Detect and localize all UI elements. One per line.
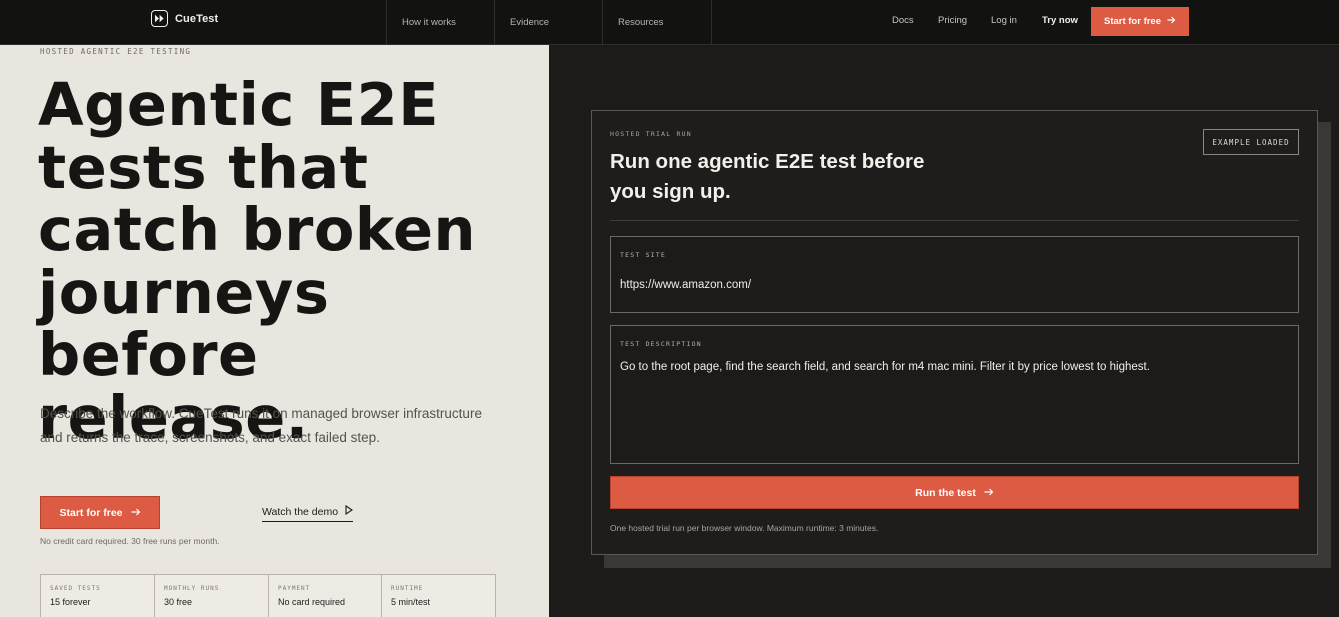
watch-demo-link[interactable]: Watch the demo bbox=[262, 504, 354, 522]
stat-saved-tests: SAVED TESTS 15 forever bbox=[41, 575, 155, 617]
test-site-input[interactable]: https://www.amazon.com/ bbox=[620, 279, 751, 291]
nav-try-now[interactable]: Try now bbox=[1042, 0, 1078, 41]
run-test-label: Run the test bbox=[915, 486, 976, 499]
test-description-label: TEST DESCRIPTION bbox=[620, 340, 702, 348]
hero-eyebrow: HOSTED AGENTIC E2E TESTING bbox=[40, 47, 192, 56]
stat-label: MONTHLY RUNS bbox=[164, 585, 220, 592]
nav-cta-label: Start for free bbox=[1103, 16, 1161, 27]
arrow-right-icon bbox=[131, 507, 141, 519]
arrow-right-icon bbox=[1167, 16, 1176, 27]
headline-line: journeys bbox=[38, 257, 330, 327]
nav-evidence[interactable]: Evidence bbox=[494, 0, 602, 45]
start-for-free-label: Start for free bbox=[59, 506, 123, 519]
nav-start-for-free-button[interactable]: Start for free bbox=[1091, 7, 1189, 36]
hero-fineprint: No credit card required. 30 free runs pe… bbox=[40, 536, 220, 546]
example-loaded-badge: EXAMPLE LOADED bbox=[1203, 129, 1299, 155]
headline-line: catch broken bbox=[38, 195, 477, 264]
hero-headline: Agentic E2E tests that catch broken jour… bbox=[38, 70, 538, 449]
watch-demo-label: Watch the demo bbox=[262, 505, 339, 518]
hero-subtext: Describe the workflow. CueTest runs it o… bbox=[40, 406, 482, 445]
nav-log-in[interactable]: Log in bbox=[991, 0, 1017, 41]
brand-name: CueTest bbox=[175, 12, 219, 25]
divider bbox=[610, 220, 1299, 221]
stat-monthly-runs: MONTHLY RUNS 30 free bbox=[155, 575, 269, 617]
stats-strip: SAVED TESTS 15 forever MONTHLY RUNS 30 f… bbox=[40, 574, 496, 617]
nav-how-it-works[interactable]: How it works bbox=[386, 0, 494, 45]
hero-section: HOSTED AGENTIC E2E TESTING Agentic E2E t… bbox=[0, 45, 549, 617]
brand-logo[interactable]: CueTest bbox=[151, 10, 218, 27]
arrow-right-icon bbox=[984, 487, 994, 499]
run-test-button[interactable]: Run the test bbox=[610, 476, 1299, 509]
stat-value: 15 forever bbox=[50, 597, 91, 607]
stat-payment: PAYMENT No card required bbox=[269, 575, 382, 617]
nav-pricing[interactable]: Pricing bbox=[938, 0, 967, 41]
nav-resources[interactable]: Resources bbox=[602, 0, 712, 45]
headline-line: Agentic E2E bbox=[38, 70, 440, 139]
start-for-free-button[interactable]: Start for free bbox=[40, 496, 160, 529]
test-description-textarea[interactable]: Go to the root page, find the search fie… bbox=[620, 361, 1290, 373]
trial-note: One hosted trial run per browser window.… bbox=[610, 523, 879, 533]
top-nav: CueTest How it works Evidence Resources … bbox=[0, 0, 1339, 45]
nav-docs[interactable]: Docs bbox=[892, 0, 914, 41]
headline-line: tests that bbox=[38, 132, 369, 202]
play-icon bbox=[345, 504, 354, 518]
test-site-field[interactable]: TEST SITE https://www.amazon.com/ bbox=[610, 236, 1299, 313]
trial-run-card: HOSTED TRIAL RUN Run one agentic E2E tes… bbox=[591, 110, 1318, 555]
stat-value: 5 min/test bbox=[391, 597, 431, 607]
stat-label: PAYMENT bbox=[278, 585, 311, 592]
stat-label: SAVED TESTS bbox=[50, 585, 101, 592]
test-description-field[interactable]: TEST DESCRIPTION Go to the root page, fi… bbox=[610, 325, 1299, 464]
stat-value: 30 free bbox=[164, 597, 193, 607]
card-title: Run one agentic E2E test before you sign… bbox=[610, 150, 925, 203]
fast-forward-icon bbox=[151, 10, 168, 27]
stat-value: No card required bbox=[278, 597, 346, 607]
stat-label: RUNTIME bbox=[391, 585, 424, 592]
stat-runtime: RUNTIME 5 min/test bbox=[382, 575, 495, 617]
test-site-label: TEST SITE bbox=[620, 251, 667, 259]
card-eyebrow: HOSTED TRIAL RUN bbox=[610, 130, 692, 138]
